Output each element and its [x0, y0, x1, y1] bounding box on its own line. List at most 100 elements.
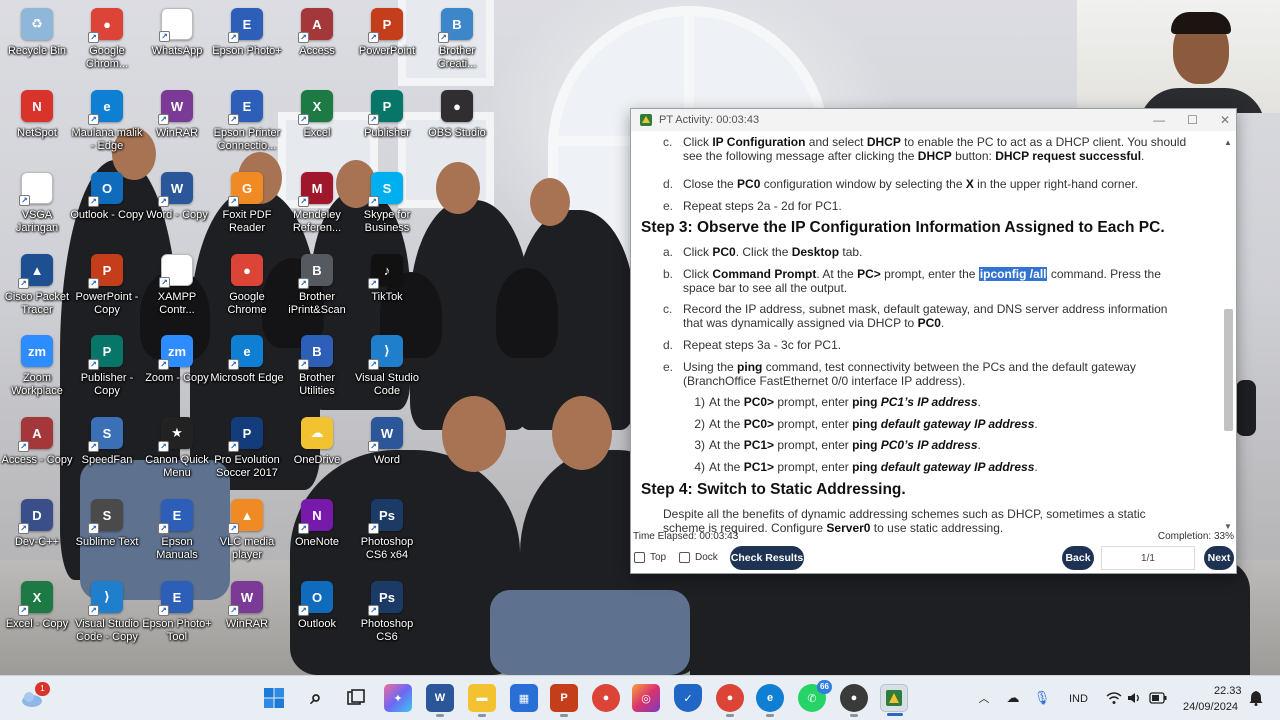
desktop-icon[interactable]: ↗ VSGA Jaringan — [0, 168, 74, 248]
speaker-icon[interactable] — [1125, 688, 1145, 708]
scroll-up-icon[interactable]: ▲ — [1222, 137, 1234, 149]
desktop-icon[interactable]: W ↗ Word — [350, 413, 424, 493]
top-checkbox[interactable]: Top — [634, 552, 666, 563]
battery-icon[interactable] — [1148, 688, 1168, 708]
desktop-icon[interactable]: P ↗ Publisher — [350, 86, 424, 166]
desktop-icon[interactable]: ↗ WhatsApp — [140, 4, 214, 84]
desktop-icon[interactable]: S ↗ Sublime Text — [70, 495, 144, 575]
copilot-icon[interactable]: ✦ — [384, 684, 412, 712]
desktop-icon[interactable]: P ↗ PowerPoint - Copy — [70, 250, 144, 330]
clock-date[interactable]: 24/09/2024 — [1183, 701, 1238, 713]
desktop-icon[interactable]: M ↗ Mendeley Referen... — [280, 168, 354, 248]
desktop-icon[interactable]: E ↗ Epson Printer Connectio... — [210, 86, 284, 166]
edge-taskbar-icon[interactable]: e — [756, 684, 784, 717]
minimize-icon[interactable]: — — [1153, 113, 1165, 127]
scroll-thumb[interactable] — [1224, 309, 1233, 431]
ping-substep-1: 1) At the PC0> prompt, enter ping PC1’s I… — [694, 395, 981, 409]
desktop-icon[interactable]: ● Google Chrome — [210, 250, 284, 330]
app-icon: ⟩ ↗ — [88, 581, 123, 616]
desktop-icon[interactable]: D ↗ Dev-C++ — [0, 495, 74, 575]
security-shield-icon[interactable]: ✓ — [674, 684, 702, 712]
input-language[interactable]: IND — [1069, 693, 1088, 705]
desktop-icon[interactable]: ● ↗ Google Chrom... — [70, 4, 144, 84]
desktop-icon[interactable]: ♻ Recycle Bin — [0, 4, 74, 84]
instagram-icon[interactable]: ◎ — [632, 684, 660, 712]
desktop-icon[interactable]: A ↗ Access — [280, 4, 354, 84]
desktop-icon[interactable]: S ↗ Skype for Business — [350, 168, 424, 248]
file-explorer-icon[interactable]: ▬ — [468, 684, 496, 717]
pt-window-title: PT Activity: 00:03:43 — [659, 114, 760, 126]
desktop-icon[interactable]: X ↗ Excel — [280, 86, 354, 166]
start-button[interactable] — [260, 684, 288, 712]
task-view-icon[interactable] — [342, 684, 370, 712]
desktop-icon[interactable]: ♪ ↗ TikTok — [350, 250, 424, 330]
back-button[interactable]: Back — [1062, 546, 1094, 570]
page-indicator[interactable]: 1/1 — [1101, 546, 1195, 570]
desktop-icon[interactable]: ▲ ↗ Cisco Packet Tracer — [0, 250, 74, 330]
desktop-icon[interactable]: E ↗ Epson Photo+ — [210, 4, 284, 84]
desktop-icon[interactable]: ★ ↗ Canon Quick Menu — [140, 413, 214, 493]
clock-time[interactable]: 22.33 — [1214, 685, 1242, 697]
whatsapp-taskbar-icon[interactable]: ✆ 66 — [798, 680, 832, 712]
shortcut-arrow-icon: ↗ — [368, 278, 379, 289]
pt-vertical-scrollbar[interactable]: ▲ ▼ — [1222, 133, 1234, 533]
dock-checkbox-box[interactable] — [679, 552, 690, 563]
next-button[interactable]: Next — [1204, 546, 1234, 570]
desktop-icon[interactable]: e ↗ Maulana malik - Edge — [70, 86, 144, 166]
desktop-icon[interactable]: ☁ OneDrive — [280, 413, 354, 493]
desktop-icon[interactable]: P ↗ Pro Evolution Soccer 2017 — [210, 413, 284, 493]
desktop-icon[interactable]: O ↗ Outlook — [280, 577, 354, 657]
desktop-icon[interactable]: ⟩ ↗ Visual Studio Code — [350, 331, 424, 411]
desktop-icon[interactable]: X ↗ Excel - Copy — [0, 577, 74, 657]
desktop-icon[interactable]: W ↗ Word - Copy — [140, 168, 214, 248]
desktop-icon[interactable]: ▲ ↗ VLC media player — [210, 495, 284, 575]
desktop-icon[interactable]: W ↗ WinRAR — [140, 86, 214, 166]
desktop-icon[interactable]: E ↗ Epson Manuals — [140, 495, 214, 575]
notification-bell-icon[interactable] — [1246, 688, 1266, 708]
microsoft-store-icon[interactable]: ▦ — [510, 684, 538, 712]
desktop-icon[interactable]: P ↗ PowerPoint — [350, 4, 424, 84]
desktop-icon[interactable]: zm Zoom Workplace — [0, 331, 74, 411]
desktop-icon[interactable]: O ↗ Outlook - Copy — [70, 168, 144, 248]
app-icon: e ↗ — [228, 335, 263, 370]
obs-taskbar-icon[interactable]: ● — [840, 684, 868, 717]
chrome-taskbar-icon[interactable]: ● — [592, 684, 620, 712]
pt-titlebar[interactable]: PT Activity: 00:03:43 — ☐ ✕ — [631, 109, 1236, 131]
wifi-icon[interactable] — [1104, 688, 1124, 708]
desktop-icon[interactable]: G ↗ Foxit PDF Reader — [210, 168, 284, 248]
desktop-icon[interactable]: E ↗ Epson Photo+ Tool — [140, 577, 214, 657]
desktop-icon[interactable]: B ↗ Brother Creati... — [420, 4, 494, 84]
microphone-icon[interactable]: 🎙︎ — [1032, 688, 1052, 708]
word-taskbar-icon[interactable]: W — [426, 684, 454, 717]
desktop-icon[interactable]: Ps ↗ Photoshop CS6 x64 — [350, 495, 424, 575]
powerpoint-taskbar-icon[interactable]: P — [550, 684, 578, 717]
highlighted-command[interactable]: ipconfig /all — [978, 267, 1048, 281]
desktop-icon[interactable]: B ↗ Brother iPrint&Scan — [280, 250, 354, 330]
onedrive-tray-icon[interactable]: ☁ — [1003, 688, 1023, 708]
close-icon[interactable]: ✕ — [1220, 113, 1230, 127]
pt-instructions-content[interactable]: c. Click IP Configuration and select DHC… — [631, 131, 1221, 535]
desktop-icon[interactable]: N ↗ OneNote — [280, 495, 354, 575]
desktop-icon[interactable]: A ↗ Access - Copy — [0, 413, 74, 493]
weather-widget[interactable]: 1 — [20, 682, 50, 710]
search-icon[interactable]: ⌕ — [302, 684, 330, 712]
desktop-icon[interactable]: N NetSpot — [0, 86, 74, 166]
desktop-icon[interactable]: S ↗ SpeedFan — [70, 413, 144, 493]
desktop-icon[interactable]: P ↗ Publisher - Copy — [70, 331, 144, 411]
desktop-icon[interactable]: B ↗ Brother Utilities — [280, 331, 354, 411]
top-checkbox-box[interactable] — [634, 552, 645, 563]
desktop-icon[interactable]: zm ↗ Zoom - Copy — [140, 331, 214, 411]
desktop-icon[interactable]: ⟩ ↗ Visual Studio Code - Copy — [70, 577, 144, 657]
chrome-profile-icon[interactable]: ● — [716, 684, 744, 717]
pt-activity-window[interactable]: PT Activity: 00:03:43 — ☐ ✕ c. Click IP … — [630, 108, 1237, 574]
dock-checkbox[interactable]: Dock — [679, 552, 718, 563]
desktop-icon[interactable]: e ↗ Microsoft Edge — [210, 331, 284, 411]
desktop-icon[interactable]: ↗ XAMPP Contr... — [140, 250, 214, 330]
desktop-icon[interactable]: ● OBS Studio — [420, 86, 494, 166]
maximize-icon[interactable]: ☐ — [1187, 113, 1198, 127]
desktop-icon[interactable]: Ps ↗ Photoshop CS6 — [350, 577, 424, 657]
desktop-icon[interactable]: W ↗ WinRAR — [210, 577, 284, 657]
chevron-up-icon[interactable]: ︿ — [974, 688, 994, 708]
check-results-button[interactable]: Check Results — [730, 546, 804, 570]
packet-tracer-taskbar-icon[interactable] — [880, 684, 908, 716]
